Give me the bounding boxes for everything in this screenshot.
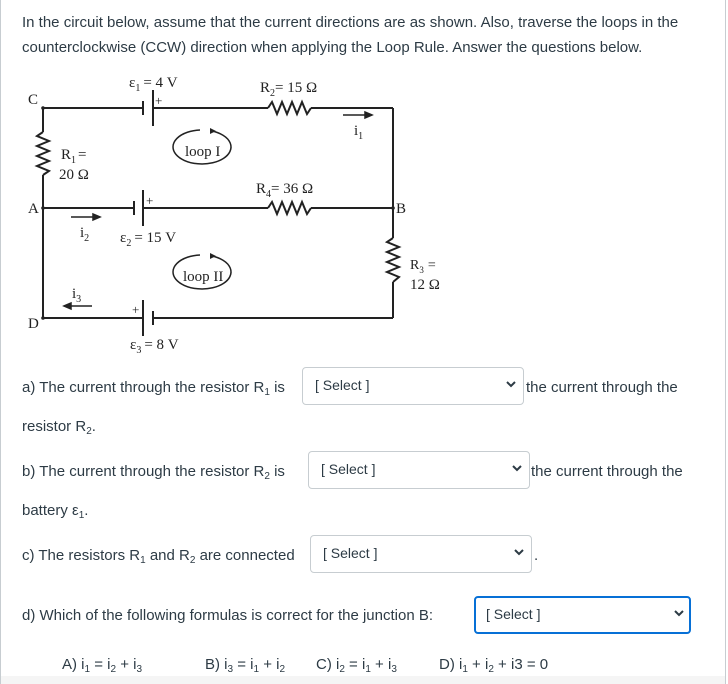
node-d-label: D (28, 316, 39, 332)
node-a-label: A (28, 201, 39, 217)
emf2-plus: + (146, 193, 153, 208)
arrow-i1-head (364, 110, 374, 120)
r3-label: R3 = (410, 258, 436, 275)
question-a-line2: resistor R2. (22, 418, 96, 437)
r1-value: 20 Ω (59, 167, 89, 183)
option-d: D) i1 + i2 + i3 = 0 (439, 656, 549, 675)
question-a-post: the current through the (526, 379, 678, 396)
node-b-label: B (396, 201, 406, 217)
emf1-plus: + (155, 93, 162, 108)
question-c-select[interactable]: [ Select ] (310, 535, 532, 573)
option-a: A) i1 = i2 + i3 (62, 656, 143, 675)
question-a-text: a) The current through the resistor R1 i… (22, 379, 285, 398)
r1-label: R1 = (61, 147, 86, 166)
resistor-r4 (267, 199, 312, 217)
resistor-r2 (267, 99, 312, 117)
r4-label: R4= 36 Ω (256, 181, 313, 200)
question-c-post: . (534, 547, 539, 564)
question-a-select[interactable]: [ Select ] (302, 367, 524, 405)
question-a-select-value: [ Select ] (315, 377, 370, 393)
node-a-dot (41, 206, 45, 210)
loop2-label: loop II (183, 269, 223, 285)
chevron-down-icon (512, 465, 522, 472)
circuit-diagram: C A D B ε1 = 4 V + ε2 = 15 V + ε3 = 8 V + R… (28, 75, 440, 356)
chevron-down-icon (506, 381, 516, 388)
r2-label: R2= 15 Ω (260, 80, 317, 99)
question-c-select-value: [ Select ] (323, 545, 378, 561)
question-b-line2: battery ε1. (22, 502, 89, 521)
bottom-strip (1, 676, 725, 684)
chevron-down-icon (514, 549, 524, 556)
resistor-r1 (34, 131, 52, 176)
node-c-label: C (28, 92, 38, 108)
option-c: C) i2 = i1 + i3 (316, 656, 397, 675)
i1-label: i1 (354, 123, 363, 142)
question-b-select-value: [ Select ] (321, 461, 376, 477)
node-d-dot (41, 316, 45, 320)
loop1-arrowhead-icon (210, 128, 216, 134)
emf3-plus: + (132, 302, 139, 317)
question-d-text: d) Which of the following formulas is co… (22, 607, 434, 624)
option-b: B) i3 = i1 + i2 (205, 656, 286, 675)
intro-text: In the circuit below, assume that the cu… (22, 14, 679, 56)
arrow-i3-head (62, 301, 72, 311)
emf2-label: ε2 = 15 V (120, 230, 176, 249)
question-d-select-value: [ Select ] (486, 606, 541, 622)
resistor-r3 (384, 237, 402, 283)
emf3-label: ε3 = 8 V (130, 337, 179, 356)
arrow-i2-head (92, 212, 102, 222)
question-b-text: b) The current through the resistor R2 i… (22, 463, 285, 482)
loop1-label: loop I (185, 144, 220, 160)
i3-label: i3 (72, 286, 81, 305)
chevron-down-icon (674, 610, 684, 617)
node-c-dot (41, 106, 45, 110)
r3-value: 12 Ω (410, 277, 440, 293)
loop2-arrowhead-icon (210, 253, 216, 259)
i2-label: i2 (80, 225, 89, 244)
question-c-text: c) The resistors R1 and R2 are connected (22, 547, 295, 566)
question-d-select[interactable]: [ Select ] (474, 596, 691, 634)
question-b-select[interactable]: [ Select ] (308, 451, 530, 489)
question-b-post: the current through the (531, 463, 683, 480)
node-b-dot (391, 206, 395, 210)
